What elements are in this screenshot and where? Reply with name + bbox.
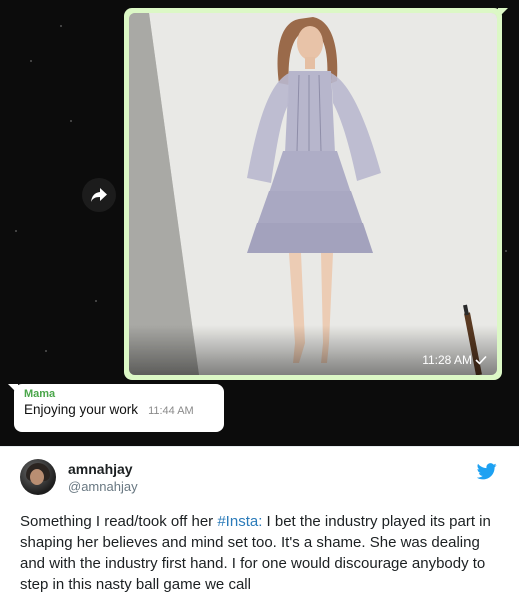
timestamp-shade [129, 325, 497, 375]
background-speck [505, 250, 507, 252]
image-message-time: 11:28 AM [422, 353, 472, 367]
tweet-card: amnahjay @amnahjay Something I read/took… [0, 446, 519, 600]
background-speck [30, 60, 32, 62]
background-speck [45, 350, 47, 352]
tweet-text-before: Something I read/took off her [20, 513, 218, 530]
forward-button[interactable] [82, 178, 116, 212]
background-speck [15, 230, 17, 232]
incoming-message-bubble[interactable]: Mama Enjoying your work 11:44 AM [8, 384, 224, 432]
background-speck [70, 120, 72, 122]
image-message-meta: 11:28 AM [422, 353, 487, 367]
background-speck [95, 300, 97, 302]
avatar[interactable] [20, 459, 56, 495]
chat-screenshot: 11:28 AM Mama Enjoying your work 11:44 A… [0, 0, 519, 446]
bubble-tail [498, 8, 508, 18]
message-sender-name: Mama [24, 388, 56, 400]
tweet-text: Something I read/took off her #Insta: I … [20, 511, 506, 595]
fashion-sketch-photo[interactable]: 11:28 AM [129, 13, 497, 375]
display-name[interactable]: amnahjay [68, 461, 133, 477]
message-text: Enjoying your work [24, 402, 139, 417]
forward-arrow-icon [91, 188, 107, 202]
image-message-bubble[interactable]: 11:28 AM [124, 8, 508, 380]
message-time: 11:44 AM [148, 405, 194, 417]
background-speck [60, 25, 62, 27]
single-check-icon [475, 355, 487, 365]
avatar-face [30, 469, 44, 485]
twitter-bird-icon[interactable] [477, 463, 497, 480]
hashtag-link[interactable]: #Insta: [217, 513, 262, 530]
fashion-sketch-illustration [129, 13, 497, 375]
bubble-tail [8, 384, 18, 394]
user-handle[interactable]: @amnahjay [68, 479, 138, 494]
